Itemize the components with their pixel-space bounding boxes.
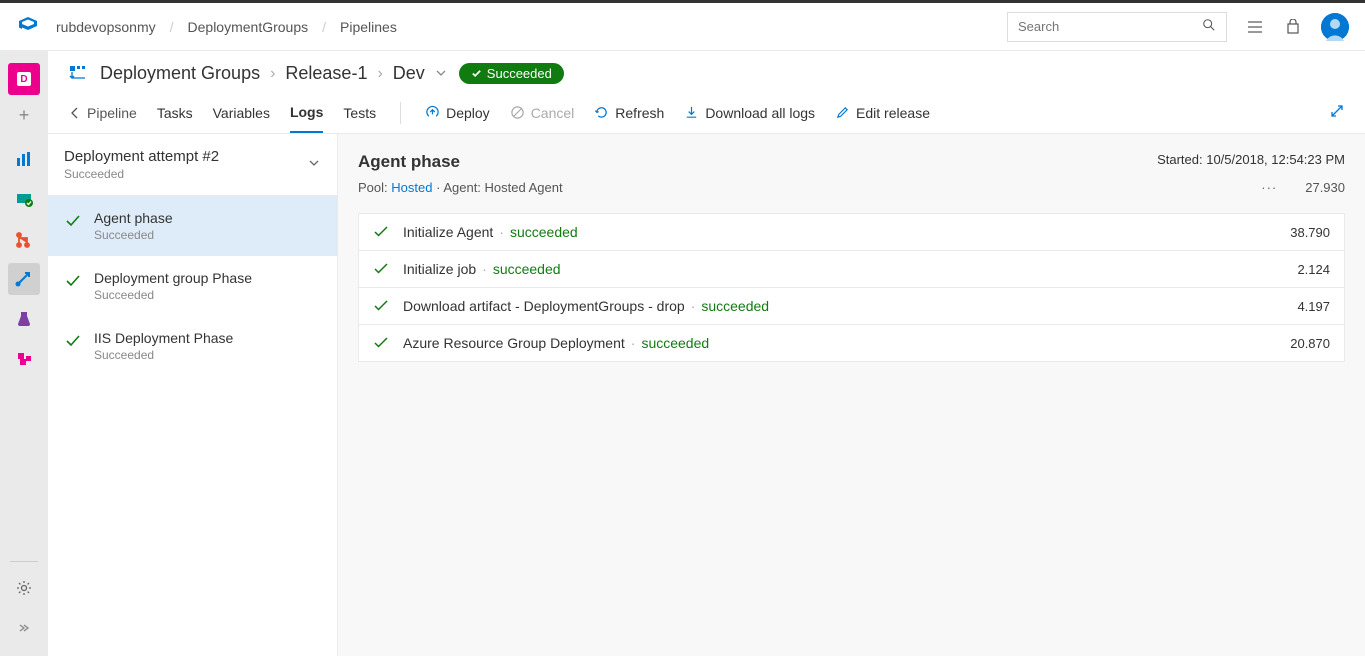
breadcrumb-org[interactable]: rubdevopsonmy — [56, 19, 156, 35]
status-text: Succeeded — [487, 66, 552, 81]
phase-status: Succeeded — [94, 288, 252, 302]
started-time: Started: 10/5/2018, 12:54:23 PM — [1157, 152, 1345, 167]
chevron-right-icon: › — [377, 65, 382, 83]
refresh-action[interactable]: Refresh — [594, 105, 664, 121]
tab-logs[interactable]: Logs — [290, 93, 323, 133]
phase-name: IIS Deployment Phase — [94, 330, 233, 346]
tab-variables[interactable]: Variables — [213, 94, 270, 132]
check-icon — [373, 224, 389, 240]
agent-name: Hosted Agent — [485, 180, 563, 195]
title-stage[interactable]: Dev — [393, 63, 425, 84]
phase-item-deployment-group[interactable]: Deployment group Phase Succeeded — [48, 256, 337, 316]
title-release[interactable]: Release-1 — [285, 63, 367, 84]
rail-testplans-icon[interactable] — [8, 303, 40, 335]
title-bar: Deployment Groups › Release-1 › Dev Succ… — [48, 51, 1365, 92]
check-icon — [373, 261, 389, 277]
pool-link[interactable]: Hosted — [391, 180, 432, 195]
breadcrumb-project[interactable]: DeploymentGroups — [188, 19, 309, 35]
phase-item-iis[interactable]: IIS Deployment Phase Succeeded — [48, 316, 337, 376]
detail-heading: Agent phase — [358, 152, 460, 172]
attempt-title: Deployment attempt #2 — [64, 148, 219, 165]
task-row[interactable]: Azure Resource Group Deployment·succeede… — [359, 325, 1344, 361]
task-row[interactable]: Initialize Agent·succeeded 38.790 — [359, 214, 1344, 251]
chevron-down-icon[interactable] — [307, 156, 321, 173]
chevron-down-icon[interactable] — [435, 63, 447, 84]
agent-label: Agent: — [443, 180, 481, 195]
bag-icon[interactable] — [1283, 17, 1303, 37]
attempt-header[interactable]: Deployment attempt #2 Succeeded — [48, 134, 337, 196]
total-duration: 27.930 — [1305, 180, 1345, 195]
separator — [400, 102, 401, 124]
back-pipeline[interactable]: Pipeline — [68, 105, 137, 121]
rail-artifacts-icon[interactable] — [8, 343, 40, 375]
pool-label: Pool: — [358, 180, 388, 195]
breadcrumb-sep: / — [170, 19, 174, 35]
tab-tests[interactable]: Tests — [343, 94, 376, 132]
rail-settings-icon[interactable] — [8, 572, 40, 604]
cancel-action: Cancel — [510, 105, 575, 121]
expand-icon[interactable] — [1329, 103, 1345, 122]
check-icon — [64, 272, 82, 290]
tab-tasks[interactable]: Tasks — [157, 94, 193, 132]
phase-status: Succeeded — [94, 228, 173, 242]
left-nav-rail: D + — [0, 51, 48, 656]
top-header: rubdevopsonmy / DeploymentGroups / Pipel… — [0, 3, 1365, 51]
task-row[interactable]: Download artifact - DeploymentGroups - d… — [359, 288, 1344, 325]
content-area: Deployment Groups › Release-1 › Dev Succ… — [48, 51, 1365, 656]
more-dots-icon[interactable]: ··· — [1261, 180, 1277, 195]
check-icon — [373, 298, 389, 314]
phase-panel: Deployment attempt #2 Succeeded Agent ph… — [48, 134, 338, 656]
check-icon — [64, 332, 82, 350]
deploy-action[interactable]: Deploy — [425, 105, 490, 121]
task-list: Initialize Agent·succeeded 38.790 Initia… — [358, 213, 1345, 362]
rail-project[interactable]: D — [8, 63, 40, 95]
deployment-groups-icon — [68, 64, 88, 84]
search-input[interactable] — [1018, 19, 1202, 34]
chevron-right-icon: › — [270, 65, 275, 83]
user-avatar[interactable] — [1321, 13, 1349, 41]
breadcrumb-sep: / — [322, 19, 326, 35]
devops-logo[interactable] — [16, 15, 40, 39]
rail-dashboards-icon[interactable] — [8, 143, 40, 175]
search-box[interactable] — [1007, 12, 1227, 42]
phase-name: Deployment group Phase — [94, 270, 252, 286]
phase-status: Succeeded — [94, 348, 233, 362]
rail-pipelines-icon[interactable] — [8, 263, 40, 295]
detail-panel: Agent phase Started: 10/5/2018, 12:54:23… — [338, 134, 1365, 656]
attempt-status: Succeeded — [64, 167, 219, 181]
status-badge: Succeeded — [459, 63, 564, 84]
search-icon[interactable] — [1202, 18, 1216, 35]
download-logs-action[interactable]: Download all logs — [684, 105, 815, 121]
check-icon — [373, 335, 389, 351]
tab-bar: Pipeline Tasks Variables Logs Tests Depl… — [48, 92, 1365, 134]
task-row[interactable]: Initialize job·succeeded 2.124 — [359, 251, 1344, 288]
rail-boards-icon[interactable] — [8, 183, 40, 215]
check-icon — [64, 212, 82, 230]
list-icon[interactable] — [1245, 17, 1265, 37]
breadcrumb-area[interactable]: Pipelines — [340, 19, 397, 35]
phase-item-agent[interactable]: Agent phase Succeeded — [48, 196, 337, 256]
edit-release-action[interactable]: Edit release — [835, 105, 930, 121]
rail-repos-icon[interactable] — [8, 223, 40, 255]
rail-collapse-icon[interactable] — [8, 612, 40, 644]
phase-name: Agent phase — [94, 210, 173, 226]
breadcrumb: rubdevopsonmy / DeploymentGroups / Pipel… — [56, 19, 397, 35]
rail-add-icon[interactable]: + — [14, 105, 34, 125]
title-root[interactable]: Deployment Groups — [100, 63, 260, 84]
